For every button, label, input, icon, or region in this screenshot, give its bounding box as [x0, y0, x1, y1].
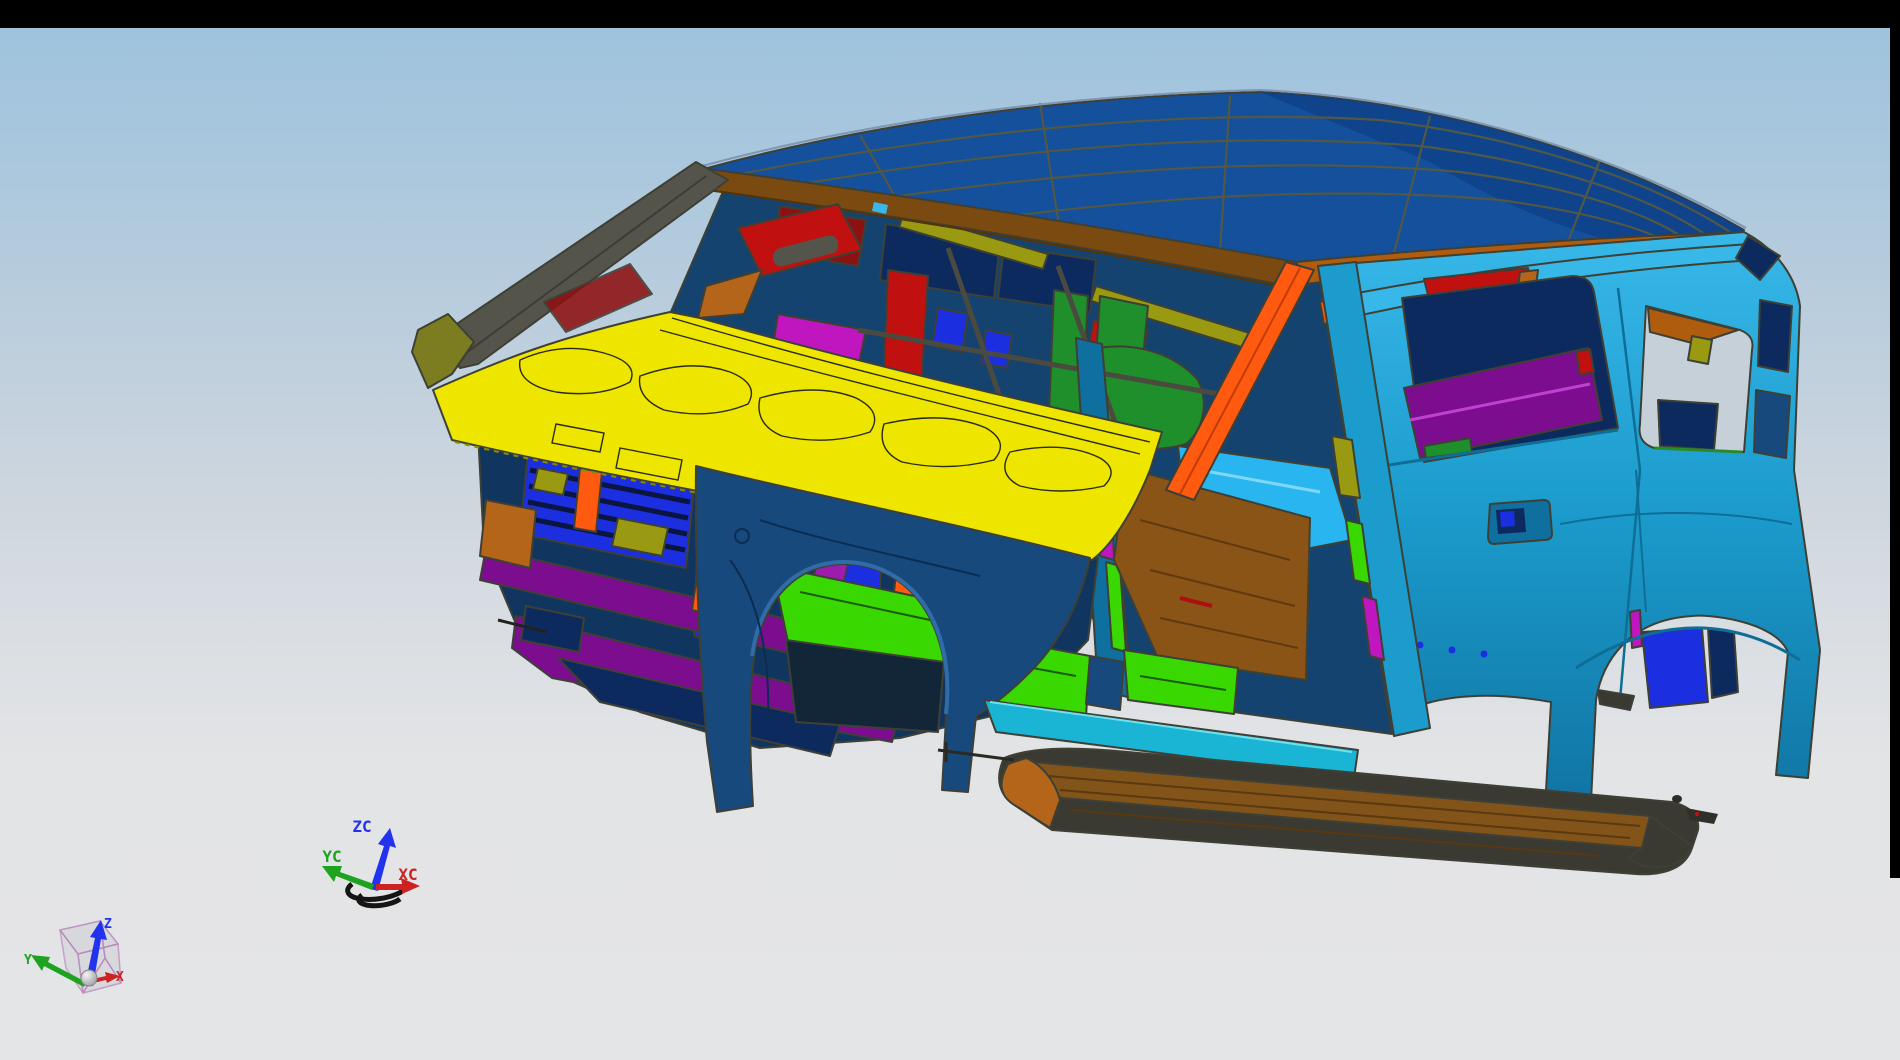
top-black-bar	[0, 0, 1900, 28]
wcs-z-label: ZC	[352, 817, 371, 836]
right-black-bar	[1890, 0, 1900, 878]
door-handle[interactable]	[1488, 500, 1552, 544]
datum-y-label: Y	[24, 953, 32, 968]
floor-support-gap	[1086, 656, 1124, 710]
cad-viewport-window: ZC YC XC Z	[0, 0, 1900, 1060]
wcs-y-label: YC	[322, 847, 341, 866]
datum-origin-sphere[interactable]	[81, 970, 97, 986]
car-body-model[interactable]	[412, 90, 1820, 874]
datum-z-label: Z	[104, 917, 112, 932]
wcs-y-axis[interactable]: YC	[322, 847, 374, 890]
front-brown-patch	[480, 500, 536, 568]
graphics-viewport[interactable]: ZC YC XC Z	[0, 0, 1900, 1060]
window-red-chip	[1576, 349, 1594, 375]
wcs-x-label: XC	[398, 865, 417, 884]
datum-x-label: X	[116, 970, 124, 985]
wcs-triad[interactable]: ZC YC XC	[322, 817, 420, 906]
quarter-window-olive-tab	[1688, 336, 1712, 364]
datum-csys[interactable]: Z Y X	[24, 917, 124, 993]
quarter-window-navy-box	[1658, 400, 1718, 450]
